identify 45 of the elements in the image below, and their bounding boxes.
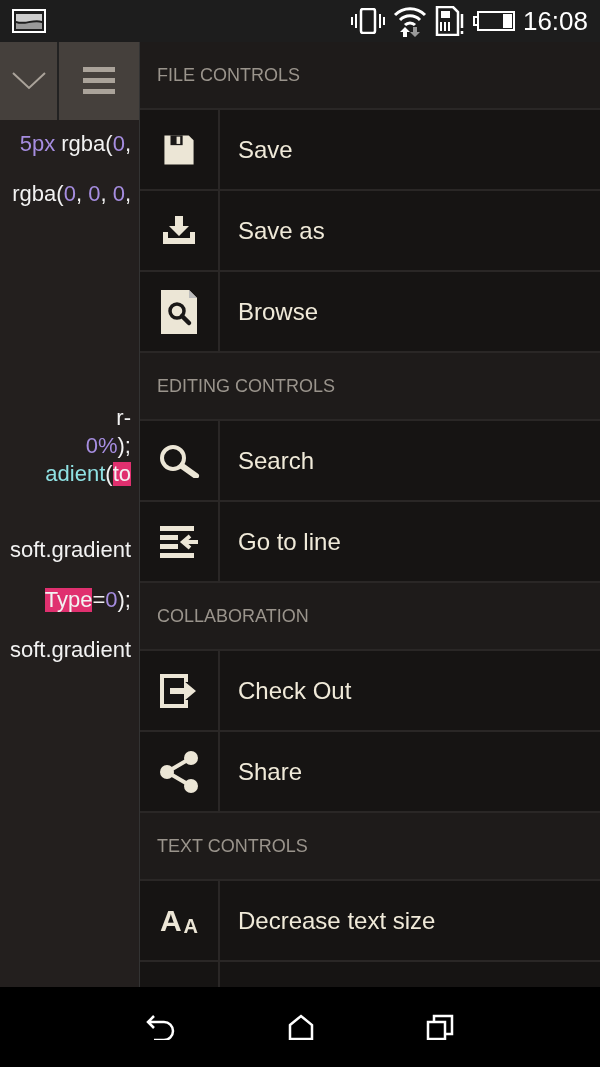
item-label: Browse [238,296,319,327]
section-header: COLLABORATION [157,604,309,628]
drawer-item[interactable]: AA Decrease text size [140,881,600,962]
search-icon [158,443,200,478]
menu-icon [83,67,115,95]
item-label: Check Out [238,675,352,706]
item-label: Decrease text size [238,905,436,936]
battery-icon [472,10,515,32]
code-line: soft.gradient [8,638,132,662]
lines-arrow-icon [160,525,198,558]
document-search-icon [160,288,198,335]
clock-time: 16:08 [522,4,588,38]
code-line: 0%); [84,434,132,458]
section-header: EDITING CONTROLS [157,374,335,398]
exit-arrow-icon [160,673,198,708]
section-header: FILE CONTROLS [157,63,301,87]
home-icon[interactable] [288,1014,314,1040]
text-size-icon: AA [159,905,199,936]
image-notification-icon [12,9,46,33]
code-line: rgba(0, 0, 0, [11,182,132,206]
drawer-item[interactable]: Check Out [140,651,600,732]
drawer-item[interactable]: Save as [140,191,600,272]
chevron-down-icon [11,71,46,91]
collapse-button[interactable] [0,42,59,120]
item-label: Save as [238,215,325,246]
drawer-item[interactable]: Search [140,421,600,502]
sd-card-icon [434,6,465,36]
menu-button[interactable] [59,42,139,120]
item-label: Search [238,445,315,476]
drawer-item[interactable]: Save [140,110,600,191]
code-line: 5px rgba(0, [18,132,132,156]
wifi-icon [392,5,427,37]
download-tray-icon [161,215,197,246]
back-icon[interactable] [146,1014,176,1040]
code-line: soft.gradient [8,538,132,562]
code-line: r- [115,406,132,430]
section-header: TEXT CONTROLS [157,834,308,858]
item-label: Go to line [238,526,341,557]
item-label: Share [238,756,303,787]
share-icon [158,749,200,794]
vibrate-icon [350,8,385,34]
code-line: Type=0); [43,588,132,612]
recent-apps-icon[interactable] [426,1014,454,1040]
code-line: adient(to [44,462,132,486]
item-label: Save [238,134,293,165]
